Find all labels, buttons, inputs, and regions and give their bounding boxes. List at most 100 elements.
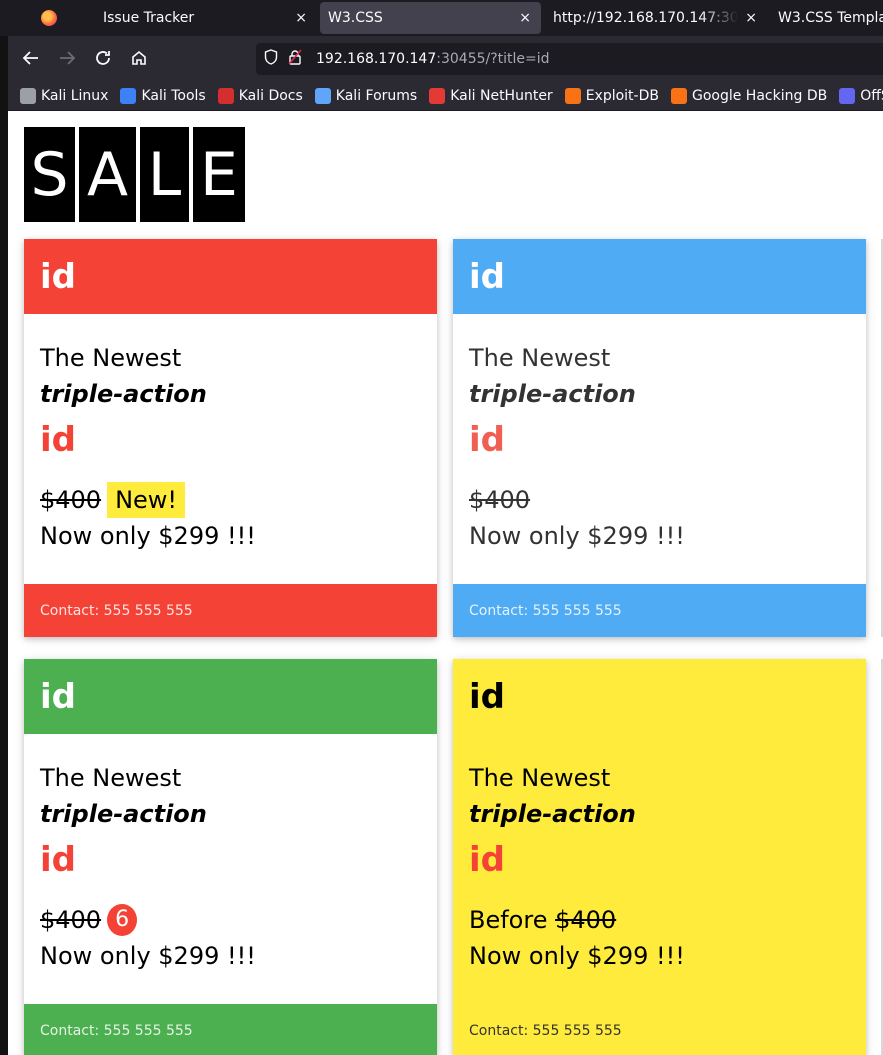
bookmark-label: Kali Docs (238, 88, 303, 104)
kali-nethunter-icon (429, 88, 446, 104)
forward-arrow-icon[interactable] (58, 49, 76, 72)
product-card-yellow: id The Newest triple-action id Before $4… (453, 659, 866, 1055)
card-product-name: id (469, 840, 505, 880)
current-price: Now only $299 !!! (469, 942, 685, 970)
tab-w3css-active[interactable]: W3.CSS × (320, 2, 541, 34)
tab-url[interactable]: http://192.168.170.147:30455 × (545, 0, 767, 36)
current-price: Now only $299 !!! (40, 942, 256, 970)
bookmark-label: Google Hacking DB (691, 88, 828, 104)
card-tagline: The Newest (40, 344, 182, 372)
tab-issue-tracker[interactable]: Issue Tracker × (92, 0, 317, 36)
new-badge: New! (107, 482, 186, 518)
product-card-blue: id The Newest triple-action id $400 Now … (453, 239, 866, 637)
bookmark-google-hacking-db[interactable]: Google Hacking DB (670, 88, 828, 104)
product-card-red: id The Newest triple-action id $400 New!… (24, 239, 437, 637)
tab-bar: Issue Tracker × W3.CSS × http://192.168.… (0, 0, 883, 36)
card-feature: triple-action (40, 380, 207, 408)
card-footer-contact: Contact: 555 555 555 (453, 584, 866, 637)
card-title: id (469, 676, 505, 717)
card-tagline: The Newest (469, 764, 611, 792)
url-text[interactable]: 192.168.170.147:30455/?title=id (316, 51, 550, 67)
sale-letter: S (24, 127, 75, 222)
card-title: id (24, 659, 437, 734)
bookmarks-toolbar: Kali Linux Kali Tools Kali Docs Kali For… (8, 82, 883, 110)
shield-icon[interactable] (264, 49, 280, 69)
kali-dragon-icon (20, 88, 36, 104)
card-title: id (24, 239, 437, 314)
bookmark-offsec[interactable]: OffSec (839, 88, 883, 104)
back-arrow-icon[interactable] (22, 49, 40, 72)
firefox-menu-button[interactable] (8, 0, 90, 36)
card-footer-contact: Contact: 555 555 555 (24, 584, 437, 637)
card-tagline: The Newest (469, 344, 611, 372)
card-feature: triple-action (469, 380, 636, 408)
bookmark-kali-nethunter[interactable]: Kali NetHunter (429, 88, 553, 104)
card-footer-contact: Contact: 555 555 555 (453, 1004, 866, 1055)
page-content: S A L E id The Newest triple-action id $… (8, 111, 883, 1055)
price-row: $400 6 (40, 902, 421, 938)
price-row: Before $400 (469, 902, 850, 938)
card-body: The Newest triple-action id $400 Now onl… (453, 314, 866, 584)
close-icon[interactable]: × (519, 10, 531, 26)
bookmark-label: Kali Linux (41, 88, 109, 104)
bookmark-exploit-db[interactable]: Exploit-DB (564, 88, 659, 104)
count-badge: 6 (107, 904, 138, 936)
url-path: :30455/?title=id (436, 51, 550, 67)
kali-forums-icon (314, 88, 331, 104)
bookmark-label: Kali Tools (141, 88, 206, 104)
card-body: The Newest triple-action id $400 6 Now o… (24, 734, 437, 1004)
tab-w3css-template[interactable]: W3.CSS Templa (770, 0, 883, 36)
kali-docs-icon (217, 88, 234, 104)
card-product-name: id (40, 840, 76, 880)
current-price: Now only $299 !!! (469, 522, 685, 550)
reload-icon[interactable] (94, 49, 112, 72)
sale-banner: S A L E (24, 127, 245, 222)
left-edge-strip (0, 0, 8, 1055)
bookmark-kali-linux[interactable]: Kali Linux (20, 88, 108, 104)
bookmark-label: Kali Forums (335, 88, 418, 104)
card-body: The Newest triple-action id Before $400 … (453, 734, 866, 1004)
close-icon[interactable]: × (295, 10, 307, 26)
bookmark-kali-tools[interactable]: Kali Tools (120, 88, 206, 104)
tab-title: W3.CSS (328, 10, 383, 26)
price-row: $400 (469, 482, 850, 518)
bookmark-kali-docs[interactable]: Kali Docs (217, 88, 303, 104)
sale-letter: L (140, 127, 189, 222)
sale-letter: A (79, 127, 136, 222)
exploit-db-icon (564, 88, 581, 104)
old-price: $400 (40, 906, 102, 934)
tab-title: W3.CSS Templa (778, 10, 883, 26)
ghdb-icon (670, 88, 687, 104)
card-title: id (453, 239, 866, 314)
bookmark-label: OffSec (860, 88, 883, 104)
bookmark-label: Exploit-DB (585, 88, 659, 104)
close-icon[interactable]: × (745, 10, 757, 26)
insecure-lock-icon[interactable] (288, 49, 304, 69)
old-price: $400 (40, 486, 102, 514)
address-bar[interactable]: 192.168.170.147:30455/?title=id (256, 43, 883, 75)
card-footer-contact: Contact: 555 555 555 (24, 1004, 437, 1055)
card-product-name: id (469, 420, 505, 460)
card-feature: triple-action (40, 800, 207, 828)
sale-letter: E (193, 127, 245, 222)
price-row: $400 New! (40, 482, 421, 518)
home-icon[interactable] (130, 49, 148, 72)
card-body: The Newest triple-action id $400 New! No… (24, 314, 437, 584)
card-feature: triple-action (469, 800, 636, 828)
product-card-green: id The Newest triple-action id $400 6 No… (24, 659, 437, 1055)
card-tagline: The Newest (40, 764, 182, 792)
navigation-toolbar: 192.168.170.147:30455/?title=id (8, 36, 883, 82)
current-price: Now only $299 !!! (40, 522, 256, 550)
kali-tools-icon (120, 88, 137, 104)
url-host: 192.168.170.147 (316, 51, 437, 67)
bookmark-label: Kali NetHunter (450, 88, 553, 104)
before-label: Before (469, 906, 548, 934)
bookmark-kali-forums[interactable]: Kali Forums (314, 88, 418, 104)
offsec-icon (839, 88, 856, 104)
firefox-icon (41, 10, 57, 26)
tab-title: Issue Tracker (103, 10, 195, 26)
old-price: $400 (469, 486, 531, 514)
old-price: $400 (555, 906, 617, 934)
card-product-name: id (40, 420, 76, 460)
tab-title: http://192.168.170.147:30455 (553, 10, 738, 26)
